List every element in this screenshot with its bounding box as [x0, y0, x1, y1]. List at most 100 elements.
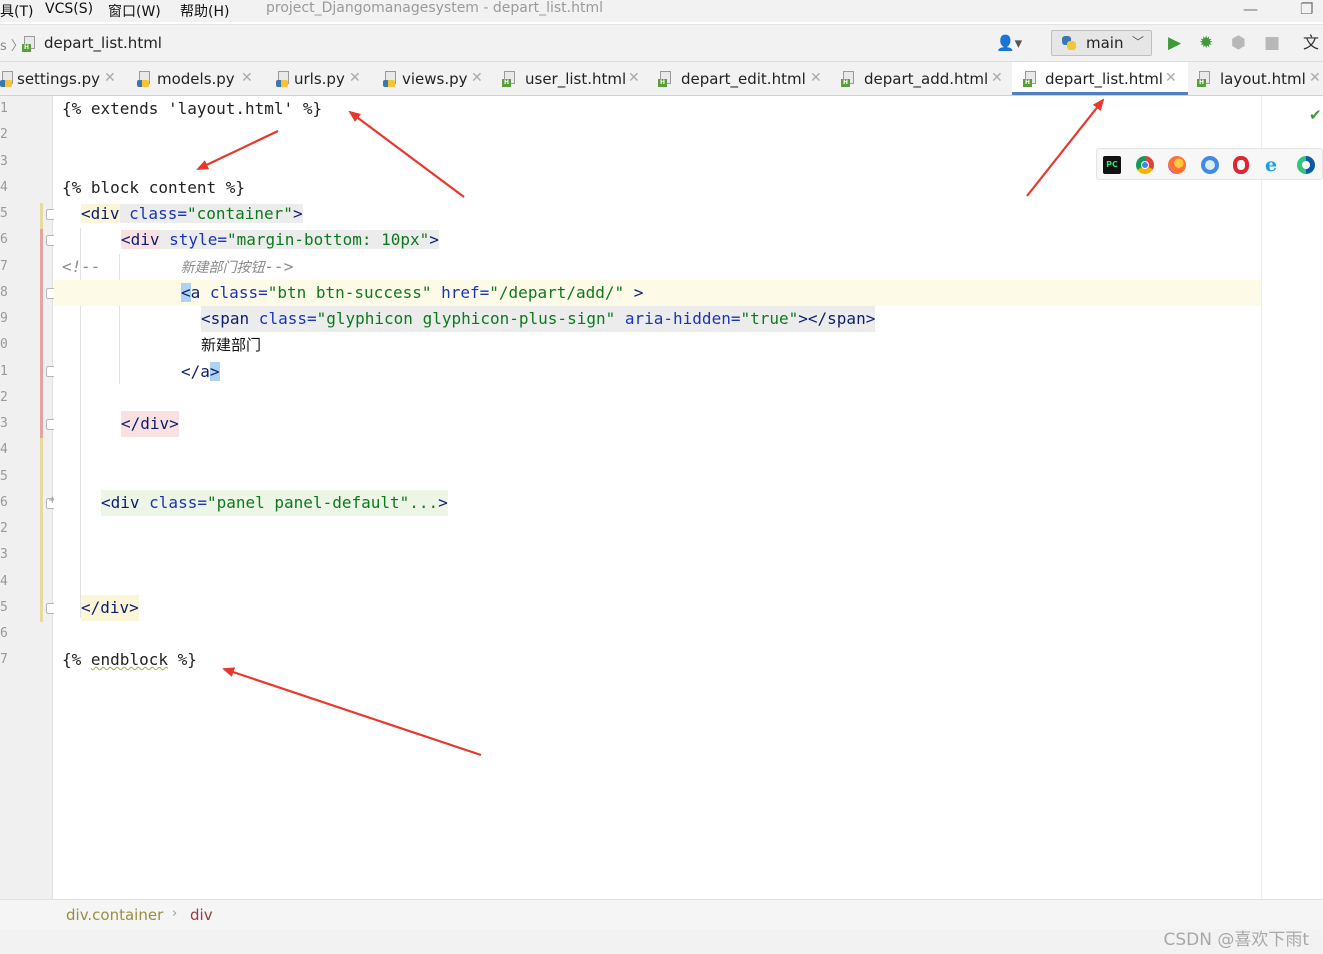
tab-settings-py[interactable]: settings.py ✕ [0, 62, 125, 95]
chrome-icon[interactable] [1136, 156, 1154, 174]
tab-label: depart_list.html [1045, 70, 1163, 88]
comment-close: --> [264, 257, 294, 276]
menu-vcs[interactable]: VCS(S) [45, 1, 93, 17]
tab-urls-py[interactable]: urls.py ✕ [276, 62, 371, 95]
line-number: 6 [0, 495, 8, 510]
status-crumb-container[interactable]: div.container [66, 906, 163, 924]
tab-label: views.py [402, 70, 468, 88]
tab-label: user_list.html [525, 70, 627, 88]
status-breadcrumb-bar: div.container › div [0, 899, 1323, 929]
firefox-icon[interactable] [1168, 156, 1186, 174]
line-number: 0 [0, 337, 8, 352]
tab-user-list-html[interactable]: H user_list.html ✕ [502, 62, 642, 95]
translate-icon[interactable]: 文 [1303, 33, 1319, 53]
tab-label: settings.py [17, 70, 100, 88]
code-line-13: </div> [121, 411, 179, 437]
line-number-gutter[interactable]: 1 2 3 4 5 6 7 8 9 0 1 2 3 4 5 6 2 3 4 5 … [0, 96, 57, 899]
line-number: 5 [0, 600, 8, 615]
coverage-icon[interactable]: ⬢ [1231, 33, 1246, 53]
editor-right-gutter[interactable]: ✔ [1261, 96, 1323, 899]
comment-open: <!-- [62, 257, 101, 276]
code-line-8: <a class="btn btn-success" href="/depart… [181, 280, 643, 306]
status-crumb-div[interactable]: div [190, 906, 213, 924]
tab-depart-edit-html[interactable]: H depart_edit.html ✕ [658, 62, 824, 95]
minimize-icon[interactable]: — [1243, 0, 1258, 18]
menu-window[interactable]: 窗口(W) [108, 1, 161, 21]
html-attr: class= [200, 283, 268, 302]
html-attr-value: "glyphicon glyphicon-plus-sign" [316, 309, 616, 328]
change-marker[interactable] [40, 438, 43, 622]
line-number: 5 [0, 469, 8, 484]
editor-tabs: settings.py ✕ models.py ✕ urls.py ✕ view… [0, 62, 1323, 96]
html-attr: class= [249, 309, 317, 328]
html-file-icon: H [841, 71, 855, 87]
html-attr-value: "true" [740, 309, 799, 328]
close-icon[interactable]: ✕ [241, 70, 253, 86]
html-attr: class= [139, 493, 207, 512]
stop-icon[interactable]: ■ [1264, 33, 1280, 53]
user-icon[interactable]: 👤▾ [996, 34, 1022, 52]
line-number: 7 [0, 259, 8, 274]
chevron-down-icon: ﹀ [1132, 35, 1145, 49]
pycharm-icon[interactable]: PC [1103, 156, 1121, 174]
close-icon[interactable]: ✕ [104, 70, 116, 86]
inspection-ok-icon[interactable]: ✔ [1309, 106, 1322, 124]
line-number: 4 [0, 574, 8, 589]
close-icon[interactable]: ✕ [810, 70, 822, 86]
close-icon[interactable]: ✕ [349, 70, 361, 86]
tab-depart-add-html[interactable]: H depart_add.html ✕ [841, 62, 1004, 95]
watermark: CSDN @喜欢下雨t [1163, 930, 1309, 950]
html-file-icon: H [658, 71, 672, 87]
menu-bar: 具(T) VCS(S) 窗口(W) 帮助(H) project_Djangoma… [0, 0, 1323, 22]
tab-label: depart_add.html [864, 70, 989, 88]
breadcrumb-prefix[interactable]: s 〉 [0, 35, 24, 54]
run-icon[interactable]: ▶ [1168, 33, 1181, 53]
close-icon[interactable]: ✕ [1165, 70, 1177, 86]
html-attr-value: "margin-bottom: 10px" [226, 230, 430, 249]
line-number: 3 [0, 547, 8, 562]
line-number: 7 [0, 652, 8, 667]
line-number: 3 [0, 154, 8, 169]
template-keyword: endblock [90, 650, 168, 669]
html-tag: <div [101, 493, 140, 512]
close-icon[interactable]: ✕ [991, 70, 1003, 86]
html-attr: class= [119, 204, 187, 223]
restore-icon[interactable]: ❐ [1300, 0, 1313, 18]
internet-explorer-icon[interactable]: e [1265, 156, 1283, 175]
html-tag: ></span> [798, 309, 876, 328]
code-line-1: {% extends 'layout.html' %} [62, 99, 323, 118]
folded-region[interactable]: ... [409, 493, 438, 512]
html-file-icon: H [1197, 71, 1211, 87]
bottom-strip [0, 929, 1323, 954]
html-tag: a [190, 283, 201, 302]
html-attr: aria-hidden= [615, 309, 741, 328]
html-attr: style= [159, 230, 227, 249]
close-icon[interactable]: ✕ [471, 70, 483, 86]
tab-layout-html[interactable]: H layout.html ✕ [1197, 62, 1323, 95]
line-number: 8 [0, 285, 8, 300]
change-marker[interactable] [40, 229, 43, 438]
html-attr-value: "panel panel-default" [206, 493, 410, 512]
safari-icon[interactable] [1201, 156, 1219, 174]
menu-tools[interactable]: 具(T) [0, 1, 33, 21]
run-config-select[interactable]: main ﹀ [1051, 30, 1152, 56]
opera-icon[interactable] [1233, 156, 1249, 174]
menu-help[interactable]: 帮助(H) [180, 1, 229, 21]
tab-label: depart_edit.html [681, 70, 806, 88]
close-icon[interactable]: ✕ [1309, 70, 1321, 86]
close-icon[interactable]: ✕ [628, 70, 640, 86]
html-attr: href= [431, 283, 490, 302]
breadcrumb-file[interactable]: depart_list.html [44, 34, 162, 52]
html-tag: </a [181, 362, 210, 381]
tab-depart-list-html[interactable]: H depart_list.html ✕ [1012, 62, 1188, 95]
line-number: 3 [0, 416, 8, 431]
code-line-11: </a> [181, 359, 220, 385]
line-number: 2 [0, 521, 8, 536]
change-marker[interactable] [40, 203, 43, 229]
tab-views-py[interactable]: views.py ✕ [383, 62, 493, 95]
line-number: 2 [0, 390, 8, 405]
edge-icon[interactable] [1297, 156, 1315, 174]
tab-models-py[interactable]: models.py ✕ [137, 62, 257, 95]
navigation-bar: s 〉 H depart_list.html 👤▾ main ﹀ ▶ ✹ ⬢ ■… [0, 24, 1323, 62]
debug-icon[interactable]: ✹ [1199, 33, 1213, 53]
